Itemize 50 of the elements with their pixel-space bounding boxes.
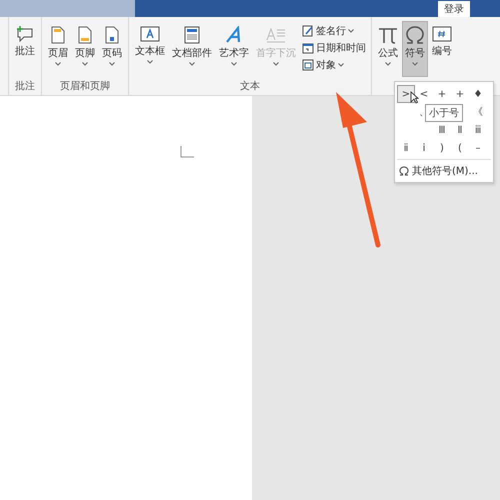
ribbon-button[interactable]: 编号	[429, 21, 455, 77]
ribbon-button[interactable]: 页码	[99, 21, 125, 77]
symbol-cell[interactable]: ⅲ	[469, 121, 487, 139]
number-icon	[432, 26, 452, 42]
ribbon-button[interactable]: 批注	[12, 21, 38, 77]
symbol-cell[interactable]: (	[451, 139, 469, 157]
symbol-cell[interactable]: ♦	[469, 85, 487, 103]
object-icon	[302, 59, 314, 71]
ribbon-button[interactable]: 艺术字	[216, 21, 252, 77]
group-label: 页眉和页脚	[60, 80, 110, 93]
ribbon-small-button[interactable]: 签名行	[300, 23, 368, 39]
symbol-cell[interactable]: ⅱ	[397, 139, 415, 157]
login-button[interactable]: 登录	[438, 0, 470, 16]
document-page-icon	[78, 26, 92, 44]
symbol-cell[interactable]: –	[469, 139, 487, 157]
signature-line-icon	[302, 25, 314, 37]
symbol-cell[interactable]: Ⅲ	[433, 121, 451, 139]
omega-icon	[405, 26, 425, 44]
ribbon-button[interactable]: 文档部件	[169, 21, 215, 77]
group-label: 批注	[15, 80, 35, 93]
text-box-icon	[140, 26, 160, 42]
ribbon-button[interactable]: 页脚	[72, 21, 98, 77]
ribbon-button[interactable]: 符号	[402, 21, 428, 77]
ribbon-button[interactable]: 文本框	[132, 21, 168, 77]
document-page-icon	[105, 26, 119, 44]
symbol-cell[interactable]: Ⅱ	[451, 121, 469, 139]
calendar-icon	[302, 42, 314, 54]
document-page-icon	[51, 26, 65, 44]
more-symbols-item[interactable]: 其他符号(M)...	[397, 159, 491, 179]
comment-icon	[16, 26, 34, 42]
margin-corner-mark	[180, 146, 194, 158]
pi-icon	[378, 26, 398, 44]
document-parts-icon	[184, 26, 200, 44]
symbol-cell[interactable]: <	[415, 85, 433, 103]
symbol-cell[interactable]: ⅰ	[415, 139, 433, 157]
symbol-cell[interactable]: )	[433, 139, 451, 157]
ribbon-button[interactable]: 公式	[375, 21, 401, 77]
cursor-icon	[410, 91, 419, 104]
ribbon-small-button[interactable]: 日期和时间	[300, 40, 368, 56]
ribbon-button[interactable]: 页眉	[45, 21, 71, 77]
group-label: 文本	[240, 80, 260, 93]
wordart-icon	[225, 26, 243, 44]
drop-cap-icon	[266, 26, 286, 44]
symbol-cell[interactable]: 《	[469, 103, 487, 121]
tooltip: 小于号	[425, 104, 463, 122]
symbol-cell[interactable]: +	[451, 85, 469, 103]
omega-icon	[399, 166, 409, 176]
symbol-cell[interactable]: >	[397, 85, 415, 103]
symbol-cell[interactable]: +	[433, 85, 451, 103]
ribbon-small-button[interactable]: 对象	[300, 57, 368, 73]
